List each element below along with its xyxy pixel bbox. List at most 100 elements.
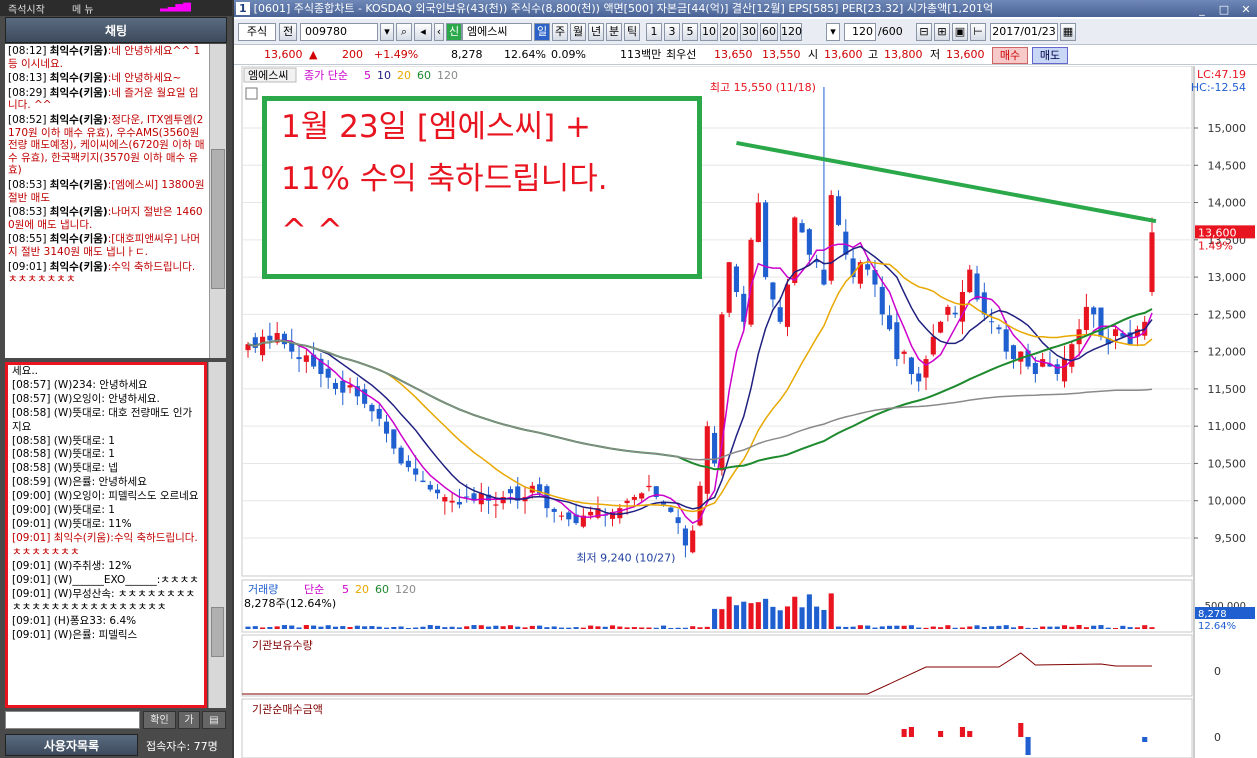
scroll-thumb[interactable]: [211, 149, 225, 289]
volume-ma-20: 20: [355, 583, 369, 596]
scroll-thumb[interactable]: [211, 607, 224, 657]
minimize-icon[interactable]: _: [1195, 3, 1209, 17]
volume-bar: [916, 627, 922, 629]
user-chat-scrollbar[interactable]: [208, 362, 226, 708]
candle-body: [383, 421, 390, 434]
volume-bar: [362, 626, 368, 629]
quick-start-tab[interactable]: 즉석시작: [8, 1, 45, 16]
minute-3-button[interactable]: 3: [664, 23, 680, 41]
volume-bar: [289, 625, 295, 629]
period-4-button[interactable]: 분: [606, 23, 622, 41]
message-time: [08:53]: [8, 178, 47, 191]
period-0-button[interactable]: 일: [534, 23, 550, 41]
volume-bar: [806, 594, 812, 629]
period-5-button[interactable]: 틱: [624, 23, 640, 41]
volume-bar: [704, 626, 710, 629]
volume-bar: [420, 626, 426, 629]
calendar-icon[interactable]: ▦: [1060, 23, 1076, 41]
net-buy-title: 기관순매수금액: [252, 703, 323, 716]
volume-bar: [865, 625, 871, 629]
volume-bar: [332, 626, 339, 629]
volume-bar: [456, 627, 462, 629]
zoom-in-icon[interactable]: ⊞: [934, 23, 950, 41]
candle-body: [1054, 364, 1060, 374]
chat-message: [08:13] 최익수(키움):네 안녕하세요~: [8, 72, 206, 85]
volume-bar: [544, 627, 550, 629]
minute-10-button[interactable]: 10: [700, 23, 718, 41]
sell-button[interactable]: 매도: [1032, 47, 1068, 64]
minute-1-button[interactable]: 1: [646, 23, 662, 41]
volume-bar: [770, 606, 776, 629]
volume-last-label: 8,278: [1198, 609, 1227, 620]
minute-60-button[interactable]: 60: [760, 23, 778, 41]
candle-body: [682, 528, 688, 546]
volume-bar: [500, 626, 506, 629]
volume-bar: [967, 626, 973, 629]
volume: 8,278: [451, 48, 483, 61]
buy-button[interactable]: 매수: [992, 47, 1028, 64]
date-input[interactable]: 2017/01/23: [990, 23, 1058, 41]
interval-dropdown-icon[interactable]: ▾: [826, 23, 840, 41]
volume-bar: [602, 626, 608, 629]
message-user: 최익수(키움): [49, 113, 108, 126]
host-chat-scrollbar[interactable]: [209, 44, 226, 358]
minute-20-button[interactable]: 20: [720, 23, 738, 41]
candle-body: [566, 512, 572, 520]
volume-bar: [537, 625, 543, 629]
net-buy-bar: [901, 729, 907, 737]
count-input[interactable]: 120: [844, 23, 876, 41]
font-button[interactable]: 가: [178, 711, 200, 729]
candle-body: [639, 493, 645, 499]
close-icon[interactable]: ✕: [1239, 3, 1253, 17]
volume-bar: [1142, 625, 1148, 629]
chat-message: [08:53] 최익수(키움):[엠에스씨] 13800원 절반 매도: [8, 179, 206, 204]
period-3-button[interactable]: 년: [588, 23, 604, 41]
candle-body: [981, 292, 987, 315]
candle-body: [624, 500, 630, 504]
current-price: 13,600: [264, 48, 303, 61]
legend-ma-120: 120: [437, 69, 458, 82]
stock-name: 엠에스씨: [462, 23, 532, 41]
candle-body: [770, 282, 776, 300]
confirm-button[interactable]: 확인: [143, 711, 176, 729]
arrow-icon[interactable]: ⊢: [970, 23, 986, 41]
chat-message: [09:01] 최익수(키움):수익 축하드립니다. ㅊㅊㅊㅊㅊㅊㅊ: [8, 261, 206, 286]
save-icon[interactable]: ▣: [952, 23, 968, 41]
full-button[interactable]: 전: [279, 23, 297, 41]
market-select[interactable]: 주식: [238, 23, 276, 41]
code-dropdown-icon[interactable]: ▾: [380, 23, 394, 41]
volume-bar: [369, 626, 375, 629]
minute-30-button[interactable]: 30: [740, 23, 758, 41]
chart-area[interactable]: 15,000 14,500 14,000 13,500 13,000 12,500 12,0…: [234, 66, 1257, 758]
period-1-button[interactable]: 주: [552, 23, 568, 41]
volume-bar: [777, 610, 783, 629]
minute-120-button[interactable]: 120: [780, 23, 802, 41]
message-time: [08:52]: [8, 113, 47, 126]
settings-icon[interactable]: ▤: [202, 711, 226, 729]
volume-bar: [1127, 627, 1133, 629]
period-2-button[interactable]: 월: [570, 23, 586, 41]
net-buy-bar: [967, 731, 973, 737]
candle-body: [886, 315, 893, 330]
window-title: [0601] 주식종합차트 - KOSDAQ 외국인보유(43(천)) 주식수(…: [253, 2, 994, 15]
volume-bar: [697, 627, 703, 629]
volume-bar: [434, 625, 441, 629]
speaker-icon[interactable]: ◂: [414, 23, 432, 41]
chat-message: [09:01] (W)뜻대로: 11%: [12, 517, 132, 530]
minute-5-button[interactable]: 5: [682, 23, 698, 41]
y-tick-label: 11,000: [1208, 420, 1247, 433]
prev-icon[interactable]: ‹: [434, 23, 444, 41]
menu-tab[interactable]: 메 뉴: [72, 1, 94, 16]
volume-bar: [376, 626, 382, 629]
chat-message: [08:55] 최익수(키움):[대호피앤씨우] 나머지 절반 3140원 매도…: [8, 233, 206, 258]
search-icon[interactable]: ⌕: [396, 23, 412, 41]
chat-input[interactable]: [5, 711, 140, 729]
user-list-button[interactable]: 사용자목록: [5, 734, 138, 756]
volume-bar: [996, 625, 1002, 629]
message-time: [08:29]: [8, 86, 47, 99]
volume-bar: [325, 625, 331, 629]
zoom-out-icon[interactable]: ⊟: [916, 23, 932, 41]
stock-code-input[interactable]: 009780: [300, 23, 378, 41]
maximize-icon[interactable]: □: [1217, 3, 1231, 17]
candle-body: [835, 196, 842, 225]
